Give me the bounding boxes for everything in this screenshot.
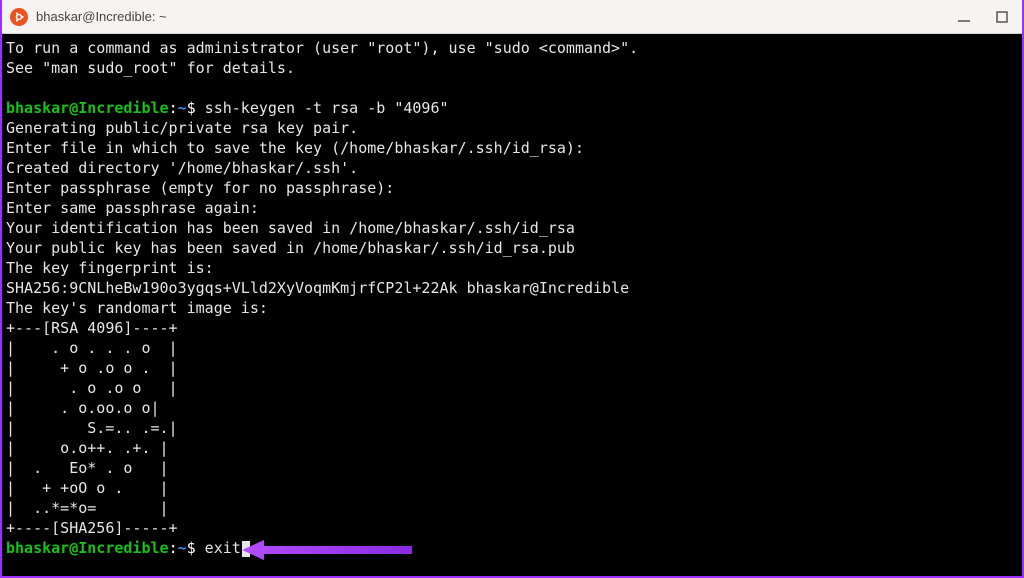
prompt-sep: :: [169, 99, 178, 117]
randomart-line: +----[SHA256]-----+: [6, 519, 178, 537]
minimize-button[interactable]: [956, 9, 972, 25]
command-text: ssh-keygen -t rsa -b "4096": [196, 99, 449, 117]
randomart-line: | . Eo* . o |: [6, 459, 169, 477]
output-line: Enter same passphrase again:: [6, 199, 259, 217]
output-line: SHA256:9CNLheBw190o3ygqs+VLld2XyVoqmKmjr…: [6, 279, 629, 297]
prompt-sep: :: [169, 539, 178, 557]
output-line: Enter passphrase (empty for no passphras…: [6, 179, 394, 197]
cursor: [242, 541, 250, 557]
randomart-line: | + o .o o . |: [6, 359, 178, 377]
output-line: The key fingerprint is:: [6, 259, 214, 277]
randomart-line: | . o . . . o |: [6, 339, 178, 357]
prompt-userhost: bhaskar@Incredible: [6, 539, 169, 557]
randomart-line: | ..*=*o= |: [6, 499, 169, 517]
randomart-line: | . o .o o |: [6, 379, 178, 397]
randomart-line: | o.o++. .+. |: [6, 439, 169, 457]
output-line: Created directory '/home/bhaskar/.ssh'.: [6, 159, 358, 177]
output-line: Your public key has been saved in /home/…: [6, 239, 575, 257]
randomart-line: | + +oO o . |: [6, 479, 169, 497]
ubuntu-icon: [10, 8, 28, 26]
prompt-userhost: bhaskar@Incredible: [6, 99, 169, 117]
titlebar[interactable]: bhaskar@Incredible: ~: [2, 0, 1022, 34]
maximize-button[interactable]: [994, 9, 1010, 25]
randomart-line: | S.=.. .=.|: [6, 419, 178, 437]
window-title: bhaskar@Incredible: ~: [36, 9, 167, 24]
output-line: The key's randomart image is:: [6, 299, 268, 317]
output-line: See "man sudo_root" for details.: [6, 59, 295, 77]
terminal[interactable]: To run a command as administrator (user …: [2, 34, 1022, 576]
prompt-path: ~: [178, 99, 187, 117]
prompt-path: ~: [178, 539, 187, 557]
output-line: Your identification has been saved in /h…: [6, 219, 575, 237]
output-line: Generating public/private rsa key pair.: [6, 119, 358, 137]
output-line: To run a command as administrator (user …: [6, 39, 638, 57]
randomart-line: | . o.oo.o o|: [6, 399, 160, 417]
prompt-dollar: $: [187, 99, 196, 117]
randomart-line: +---[RSA 4096]----+: [6, 319, 178, 337]
window-controls: [956, 9, 1010, 25]
window-frame: bhaskar@Incredible: ~ To run a command a…: [0, 0, 1024, 578]
prompt-dollar: $: [187, 539, 196, 557]
command-text: exit: [196, 539, 241, 557]
output-line: Enter file in which to save the key (/ho…: [6, 139, 584, 157]
